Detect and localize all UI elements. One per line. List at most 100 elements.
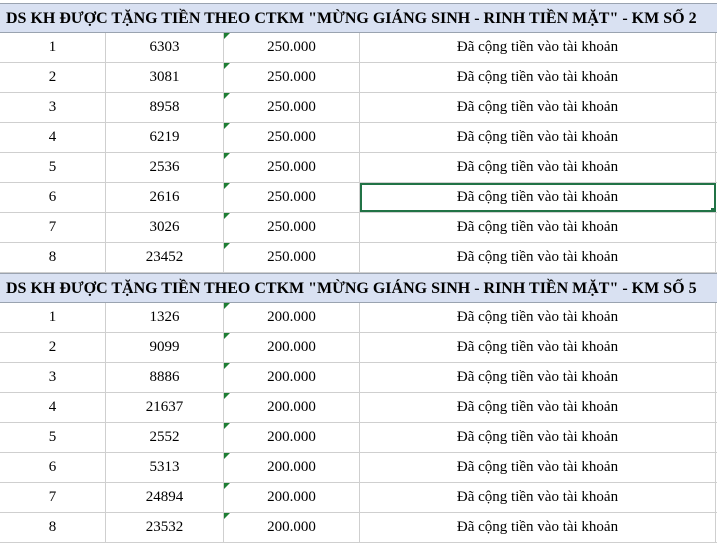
- cell-customer-code[interactable]: 23532: [106, 513, 224, 542]
- cell-amount-text: 250.000: [267, 159, 316, 175]
- cell-amount[interactable]: 250.000: [224, 153, 360, 182]
- cell-amount[interactable]: 200.000: [224, 453, 360, 482]
- cell-status[interactable]: Đã cộng tiền vào tài khoản: [360, 33, 716, 62]
- cell-amount-text: 200.000: [267, 519, 316, 535]
- cell-index-text: 8: [48, 249, 57, 265]
- cell-index[interactable]: 7: [0, 213, 106, 242]
- cell-customer-code[interactable]: 24894: [106, 483, 224, 512]
- cell-customer-code[interactable]: 2616: [106, 183, 224, 212]
- cell-customer-code-text: 3081: [149, 69, 180, 85]
- cell-amount[interactable]: 250.000: [224, 63, 360, 92]
- cell-customer-code[interactable]: 1326: [106, 303, 224, 332]
- cell-amount[interactable]: 250.000: [224, 213, 360, 242]
- section-header[interactable]: DS KH ĐƯỢC TẶNG TIỀN THEO CTKM "MỪNG GIÁ…: [0, 3, 717, 33]
- section-header[interactable]: DS KH ĐƯỢC TẶNG TIỀN THEO CTKM "MỪNG GIÁ…: [0, 273, 717, 303]
- cell-status[interactable]: Đã cộng tiền vào tài khoản: [360, 453, 716, 482]
- cell-status[interactable]: Đã cộng tiền vào tài khoản: [360, 333, 716, 362]
- cell-amount-text: 200.000: [267, 429, 316, 445]
- cell-customer-code[interactable]: 8886: [106, 363, 224, 392]
- cell-status[interactable]: Đã cộng tiền vào tài khoản: [360, 513, 716, 542]
- cell-customer-code[interactable]: 3026: [106, 213, 224, 242]
- cell-amount[interactable]: 200.000: [224, 303, 360, 332]
- cell-index[interactable]: 5: [0, 423, 106, 452]
- cell-status[interactable]: Đã cộng tiền vào tài khoản: [360, 153, 716, 182]
- text-number-indicator-icon: [224, 483, 230, 489]
- cell-index-text: 4: [48, 129, 57, 145]
- cell-status-text: Đã cộng tiền vào tài khoản: [456, 129, 619, 145]
- text-number-indicator-icon: [224, 123, 230, 129]
- cell-index[interactable]: 4: [0, 123, 106, 152]
- cell-status-text: Đã cộng tiền vào tài khoản: [456, 219, 619, 235]
- cell-amount[interactable]: 200.000: [224, 423, 360, 452]
- cell-index-text: 6: [48, 459, 57, 475]
- cell-index[interactable]: 2: [0, 333, 106, 362]
- cell-amount-text: 250.000: [267, 189, 316, 205]
- cell-index[interactable]: 7: [0, 483, 106, 512]
- text-number-indicator-icon: [224, 243, 230, 249]
- cell-amount-text: 250.000: [267, 219, 316, 235]
- cell-amount[interactable]: 250.000: [224, 123, 360, 152]
- cell-customer-code[interactable]: 3081: [106, 63, 224, 92]
- cell-amount[interactable]: 250.000: [224, 93, 360, 122]
- cell-status[interactable]: Đã cộng tiền vào tài khoản: [360, 423, 716, 452]
- cell-customer-code[interactable]: 23452: [106, 243, 224, 272]
- text-number-indicator-icon: [224, 183, 230, 189]
- cell-status[interactable]: Đã cộng tiền vào tài khoản: [360, 393, 716, 422]
- cell-customer-code[interactable]: 21637: [106, 393, 224, 422]
- cell-customer-code[interactable]: 6303: [106, 33, 224, 62]
- cell-index[interactable]: 2: [0, 63, 106, 92]
- cell-status[interactable]: Đã cộng tiền vào tài khoản: [360, 63, 716, 92]
- text-number-indicator-icon: [224, 423, 230, 429]
- cell-index[interactable]: 1: [0, 303, 106, 332]
- cell-index[interactable]: 8: [0, 243, 106, 272]
- cell-amount[interactable]: 200.000: [224, 513, 360, 542]
- cell-index[interactable]: 6: [0, 453, 106, 482]
- cell-status[interactable]: Đã cộng tiền vào tài khoản: [360, 183, 716, 212]
- cell-amount[interactable]: 200.000: [224, 393, 360, 422]
- cell-index-text: 5: [48, 429, 57, 445]
- table-row: 4 6219 250.000 Đã cộng tiền vào tài khoản: [0, 123, 717, 153]
- cell-index[interactable]: 3: [0, 93, 106, 122]
- cell-amount-text: 200.000: [267, 339, 316, 355]
- cell-customer-code[interactable]: 8958: [106, 93, 224, 122]
- cell-amount-text: 200.000: [267, 489, 316, 505]
- cell-status[interactable]: Đã cộng tiền vào tài khoản: [360, 363, 716, 392]
- cell-status[interactable]: Đã cộng tiền vào tài khoản: [360, 483, 716, 512]
- cell-customer-code[interactable]: 5313: [106, 453, 224, 482]
- cell-index[interactable]: 3: [0, 363, 106, 392]
- cell-index[interactable]: 8: [0, 513, 106, 542]
- cell-customer-code-text: 8886: [149, 369, 180, 385]
- cell-index-text: 7: [48, 489, 57, 505]
- fill-handle[interactable]: [711, 208, 715, 212]
- cell-customer-code[interactable]: 6219: [106, 123, 224, 152]
- cell-amount[interactable]: 200.000: [224, 483, 360, 512]
- cell-amount[interactable]: 200.000: [224, 333, 360, 362]
- cell-index[interactable]: 4: [0, 393, 106, 422]
- cell-index[interactable]: 5: [0, 153, 106, 182]
- cell-status[interactable]: Đã cộng tiền vào tài khoản: [360, 93, 716, 122]
- cell-status-text: Đã cộng tiền vào tài khoản: [456, 399, 619, 415]
- cell-index-text: 5: [48, 159, 57, 175]
- cell-amount[interactable]: 250.000: [224, 33, 360, 62]
- cell-customer-code[interactable]: 2552: [106, 423, 224, 452]
- cell-status[interactable]: Đã cộng tiền vào tài khoản: [360, 123, 716, 152]
- cell-index[interactable]: 1: [0, 33, 106, 62]
- cell-status[interactable]: Đã cộng tiền vào tài khoản: [360, 303, 716, 332]
- cell-amount[interactable]: 250.000: [224, 243, 360, 272]
- cell-index-text: 4: [48, 399, 57, 415]
- cell-index[interactable]: 6: [0, 183, 106, 212]
- cell-index-text: 7: [48, 219, 57, 235]
- cell-amount-text: 250.000: [267, 39, 316, 55]
- text-number-indicator-icon: [224, 513, 230, 519]
- cell-customer-code[interactable]: 9099: [106, 333, 224, 362]
- cell-customer-code[interactable]: 2536: [106, 153, 224, 182]
- cell-amount[interactable]: 200.000: [224, 363, 360, 392]
- table-row: 7 3026 250.000 Đã cộng tiền vào tài khoản: [0, 213, 717, 243]
- cell-status-text: Đã cộng tiền vào tài khoản: [456, 309, 619, 325]
- cell-status[interactable]: Đã cộng tiền vào tài khoản: [360, 243, 716, 272]
- spreadsheet: DS KH ĐƯỢC TẶNG TIỀN THEO CTKM "MỪNG GIÁ…: [0, 0, 717, 547]
- cell-status[interactable]: Đã cộng tiền vào tài khoản: [360, 213, 716, 242]
- cell-amount[interactable]: 250.000: [224, 183, 360, 212]
- cell-status-text: Đã cộng tiền vào tài khoản: [456, 39, 619, 55]
- cell-status-text: Đã cộng tiền vào tài khoản: [456, 519, 619, 535]
